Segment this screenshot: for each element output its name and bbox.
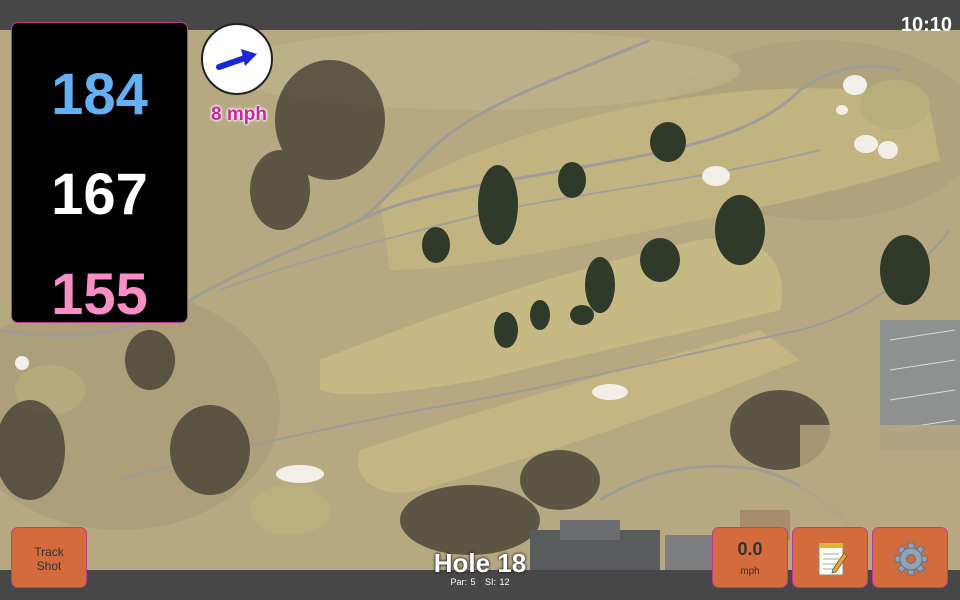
- hole-info: Par: 5 SI: 12: [380, 577, 580, 587]
- settings-button[interactable]: [872, 527, 948, 588]
- speed-value: 0.0: [737, 539, 763, 559]
- notepad-icon: [818, 543, 848, 576]
- wind-indicator[interactable]: [201, 23, 273, 95]
- middle-distance: 167: [51, 162, 148, 227]
- hole-title: Hole 18: [433, 548, 527, 578]
- swing-speed-button[interactable]: 0.0 mph: [712, 527, 788, 588]
- speed-unit: mph: [740, 566, 760, 577]
- hole-par: Par: 5: [450, 577, 476, 587]
- gear-icon: [894, 542, 928, 576]
- back-distance: 184: [51, 62, 148, 127]
- wind-speed: 8 mph: [211, 104, 267, 125]
- scorecard-button[interactable]: [792, 527, 868, 588]
- arrow-up-right-icon: [216, 49, 257, 70]
- track-shot-label-line2: Shot: [36, 559, 62, 573]
- track-shot-label-line1: Track: [34, 545, 64, 559]
- distance-panel: 184 167 155: [11, 22, 188, 327]
- clock: 10:10: [900, 14, 952, 36]
- hole-stroke-index: SI: 12: [485, 577, 510, 587]
- track-shot-button[interactable]: Track Shot: [11, 527, 87, 588]
- front-distance: 155: [51, 262, 148, 327]
